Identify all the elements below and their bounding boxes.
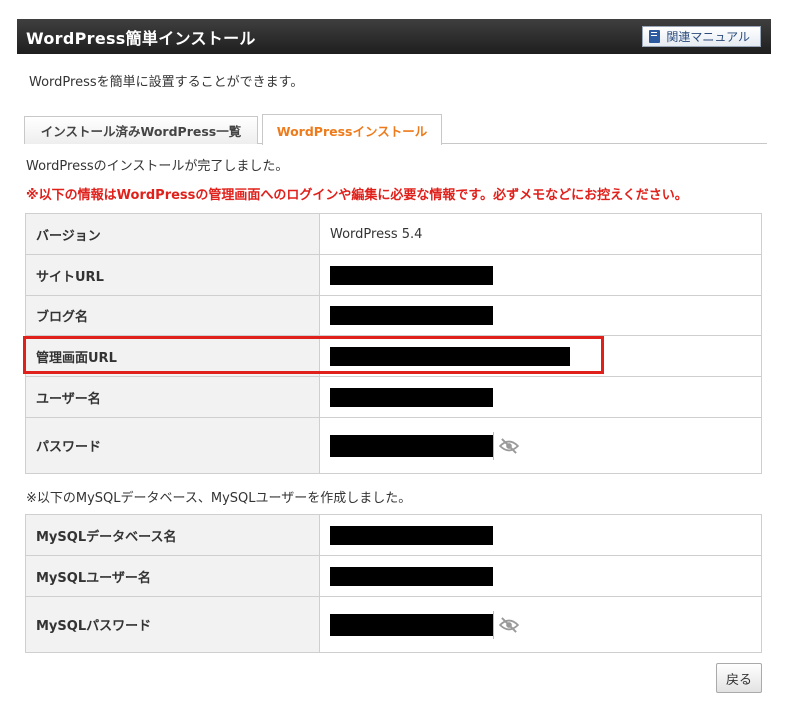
mysql-message: ※以下のMySQLデータベース、MySQLユーザーを作成しました。 — [26, 491, 412, 506]
value-password — [319, 417, 762, 474]
page-header: WordPress簡単インストール 関連マニュアル — [17, 19, 771, 54]
label-username: ユーザー名 — [25, 376, 320, 418]
related-manual-button[interactable]: 関連マニュアル — [642, 26, 761, 47]
value-mysql-user — [319, 555, 762, 597]
mysql-info-table: MySQLデータベース名 MySQLユーザー名 MySQLパスワード — [25, 514, 762, 653]
intro-text: WordPressを簡単に設置することができます。 — [29, 75, 304, 90]
table-row: MySQLデータベース名 — [25, 514, 762, 556]
table-row: MySQLユーザー名 — [25, 555, 762, 597]
label-blog-name: ブログ名 — [25, 295, 320, 336]
redacted-mysql-user — [330, 566, 493, 586]
redacted-mysql-db-name — [330, 525, 493, 545]
divider — [493, 431, 494, 460]
table-row: パスワード — [25, 417, 762, 474]
label-mysql-user: MySQLユーザー名 — [25, 555, 320, 597]
table-row: サイトURL — [25, 254, 762, 296]
redacted-username — [330, 387, 493, 407]
redacted-site-url — [330, 265, 493, 285]
table-row: バージョン WordPress 5.4 — [25, 213, 762, 255]
tab-install[interactable]: WordPressインストール — [262, 114, 442, 145]
tab-installed-list[interactable]: インストール済みWordPress一覧 — [24, 116, 258, 144]
label-password: パスワード — [25, 417, 320, 474]
book-icon — [649, 30, 661, 43]
tab-bar: インストール済みWordPress一覧 WordPressインストール — [24, 114, 767, 145]
value-blog-name — [319, 295, 762, 336]
table-row: 管理画面URL — [25, 335, 762, 377]
label-version: バージョン — [25, 213, 320, 255]
page-title: WordPress簡単インストール — [26, 28, 256, 48]
value-admin-url[interactable] — [319, 335, 762, 377]
value-version: WordPress 5.4 — [319, 213, 762, 255]
label-site-url: サイトURL — [25, 254, 320, 296]
value-mysql-db-name — [319, 514, 762, 556]
related-manual-label: 関連マニュアル — [666, 30, 750, 44]
redacted-blog-name — [330, 306, 493, 325]
value-username — [319, 376, 762, 418]
back-button[interactable]: 戻る — [716, 663, 762, 693]
label-admin-url: 管理画面URL — [25, 335, 320, 377]
eye-slash-icon[interactable] — [498, 616, 520, 633]
password-field[interactable] — [330, 434, 493, 457]
warning-message: ※以下の情報はWordPressの管理画面へのログインや編集に必要な情報です。必… — [26, 188, 688, 203]
table-row: ブログ名 — [25, 295, 762, 336]
label-mysql-password: MySQLパスワード — [25, 596, 320, 653]
wordpress-info-table: バージョン WordPress 5.4 サイトURL ブログ名 管理画面URL … — [25, 213, 762, 474]
value-site-url — [319, 254, 762, 296]
value-mysql-password — [319, 596, 762, 653]
divider — [493, 610, 494, 639]
complete-message: WordPressのインストールが完了しました。 — [26, 159, 289, 174]
table-row: ユーザー名 — [25, 376, 762, 418]
mysql-password-field[interactable] — [330, 613, 493, 636]
label-mysql-db-name: MySQLデータベース名 — [25, 514, 320, 556]
eye-slash-icon[interactable] — [498, 437, 520, 454]
table-row: MySQLパスワード — [25, 596, 762, 653]
redacted-admin-url — [330, 346, 570, 366]
